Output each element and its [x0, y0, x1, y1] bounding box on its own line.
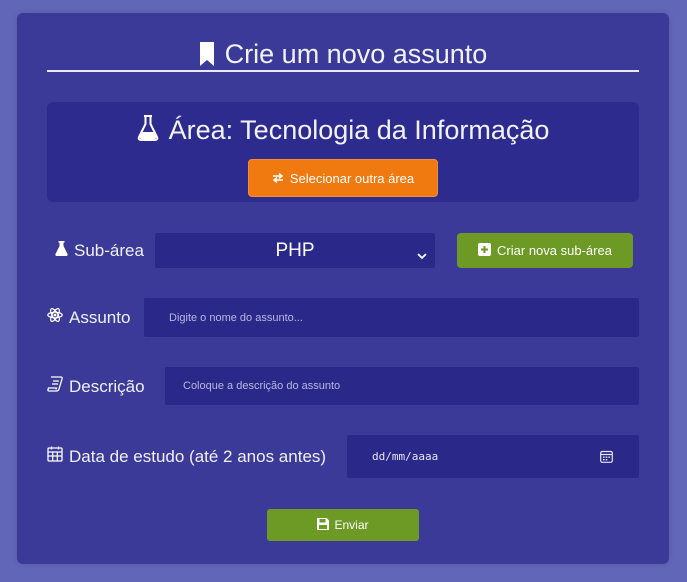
study-date-input[interactable]: dd/mm/aaaa: [347, 435, 639, 478]
subject-input[interactable]: Digite o nome do assunto...: [144, 298, 639, 337]
select-other-area-button[interactable]: Selecionar outra área: [248, 159, 438, 197]
date-placeholder: dd/mm/aaaa: [372, 450, 439, 463]
area-heading: Área: Tecnologia da Informação: [47, 112, 639, 148]
subarea-select[interactable]: PHP: [155, 233, 435, 268]
subarea-label-text: Sub-área: [74, 240, 144, 260]
area-panel: Área: Tecnologia da Informação Seleciona…: [47, 102, 639, 202]
form-header: Crie um novo assunto: [47, 35, 639, 73]
subject-placeholder: Digite o nome do assunto...: [169, 311, 303, 324]
submit-label: Enviar: [334, 518, 369, 532]
description-label: Descrição: [47, 374, 145, 399]
chevron-down-icon: [417, 244, 427, 266]
date-label: Data de estudo (até 2 anos antes): [47, 444, 326, 469]
submit-button[interactable]: Enviar: [267, 509, 419, 541]
area-title: Área: Tecnologia da Informação: [168, 114, 550, 145]
atom-icon: [47, 307, 63, 328]
swap-icon: [272, 171, 284, 186]
subject-label-text: Assunto: [69, 307, 131, 327]
flask-small-icon: [55, 240, 68, 261]
plus-square-icon: [478, 242, 492, 259]
date-label-text: Data de estudo (até 2 anos antes): [69, 446, 327, 466]
subarea-label: Sub-área: [55, 238, 144, 263]
subject-label: Assunto: [47, 305, 130, 330]
description-label-text: Descrição: [69, 376, 145, 396]
save-icon: [317, 517, 330, 533]
create-subarea-button[interactable]: Criar nova sub-área: [457, 233, 633, 268]
bookmark-icon: [199, 42, 215, 66]
scroll-icon: [47, 376, 63, 397]
flask-icon: [137, 114, 159, 146]
description-placeholder: Coloque a descrição do assunto: [183, 380, 341, 392]
title-divider: [47, 70, 639, 72]
subarea-selected-value: PHP: [275, 239, 315, 261]
description-input[interactable]: Coloque a descrição do assunto: [165, 367, 639, 405]
page-title: Crie um novo assunto: [224, 38, 488, 69]
form-card: Crie um novo assunto Área: Tecnologia da…: [17, 13, 669, 564]
calendar-icon[interactable]: [600, 450, 613, 466]
create-subarea-label: Criar nova sub-área: [497, 243, 612, 258]
select-other-area-label: Selecionar outra área: [289, 170, 415, 186]
calendar-grid-icon: [47, 446, 63, 467]
